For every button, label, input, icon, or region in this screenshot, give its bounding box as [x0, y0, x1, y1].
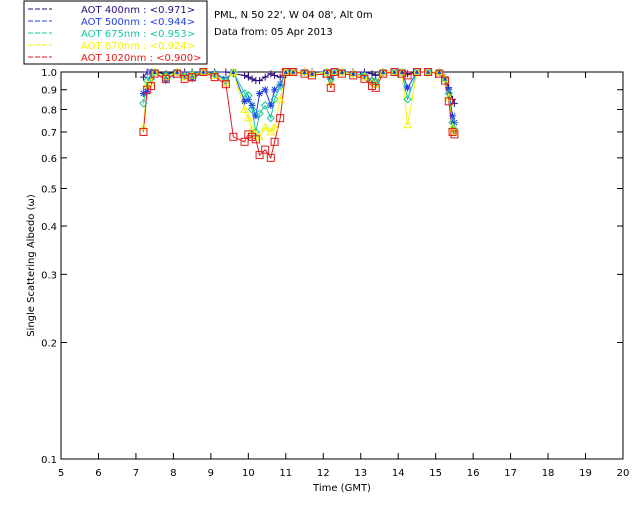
y-tick-label: 0.5 — [41, 184, 57, 195]
y-tick-label: 0.1 — [41, 455, 57, 466]
legend: AOT 400nm : <0.971>AOT 500nm : <0.944>AO… — [23, 0, 208, 65]
x-tick-label: 16 — [467, 468, 480, 479]
chart: AOT 400nm : <0.971>AOT 500nm : <0.944>AO… — [23, 0, 630, 494]
y-tick-label: 0.9 — [41, 86, 57, 97]
x-tick-label: 13 — [354, 468, 367, 479]
x-tick-label: 10 — [242, 468, 255, 479]
data-point — [256, 89, 264, 97]
series-line-1 — [143, 71, 455, 123]
y-axis: 0.1 0.2 0.3 0.4 0.5 0.6 0.7 0.8 0.9 1.0 — [41, 68, 623, 466]
y-tick-label: 0.7 — [41, 128, 57, 139]
series-line-3 — [142, 70, 455, 138]
x-tick-label: 7 — [133, 468, 139, 479]
data-point — [248, 75, 256, 83]
data-point — [139, 73, 147, 81]
data-point — [244, 73, 252, 81]
x-tick-label: 18 — [542, 468, 555, 479]
x-axis: 5 6 7 8 9 10 11 12 13 14 15 16 17 18 19 20 — [58, 72, 630, 479]
y-tick-label: 0.8 — [41, 106, 57, 117]
date-info-line: Data from: 05 Apr 2013 — [214, 27, 333, 38]
y-tick-label: 0.3 — [41, 270, 57, 281]
x-tick-label: 20 — [617, 468, 630, 479]
x-tick-label: 17 — [504, 468, 517, 479]
legend-entry: AOT 675nm : <0.953> — [81, 29, 195, 40]
data-point — [261, 73, 269, 81]
legend-entry: AOT 870nm : <0.924> — [81, 41, 195, 52]
y-axis-title: Single Scattering Albedo (ω) — [26, 194, 37, 337]
x-tick-label: 5 — [58, 468, 64, 479]
y-tick-label: 0.2 — [41, 339, 57, 350]
y-tick-label: 1.0 — [41, 68, 57, 79]
x-tick-label: 14 — [392, 468, 405, 479]
y-tick-label: 0.6 — [41, 154, 57, 165]
data-point — [449, 112, 457, 120]
chart-info: PML, N 50 22', W 04 08', Alt 0m Data fro… — [214, 10, 373, 38]
data-point — [261, 86, 269, 94]
legend-entry: AOT 400nm : <0.971> — [81, 5, 195, 16]
data-point — [222, 68, 230, 76]
data-point — [241, 71, 249, 79]
x-tick-label: 19 — [579, 468, 592, 479]
series-markers-4 — [139, 68, 459, 162]
y-tick-label: 0.4 — [41, 222, 57, 233]
data-point — [404, 84, 412, 92]
data-point — [256, 77, 264, 85]
x-tick-label: 9 — [208, 468, 214, 479]
legend-entry: AOT 500nm : <0.944> — [81, 17, 195, 28]
data-point — [267, 70, 275, 78]
series-markers — [139, 67, 459, 162]
data-point — [368, 70, 376, 78]
x-tick-label: 11 — [279, 468, 292, 479]
x-tick-label: 15 — [429, 468, 442, 479]
x-tick-label: 6 — [95, 468, 101, 479]
x-tick-label: 12 — [317, 468, 330, 479]
x-tick-label: 8 — [170, 468, 176, 479]
data-point — [271, 86, 279, 94]
legend-entry: AOT 1020nm : <0.900> — [81, 53, 201, 64]
site-info-line: PML, N 50 22', W 04 08', Alt 0m — [214, 10, 373, 21]
x-axis-title: Time (GMT) — [312, 483, 371, 494]
data-point — [271, 71, 279, 79]
